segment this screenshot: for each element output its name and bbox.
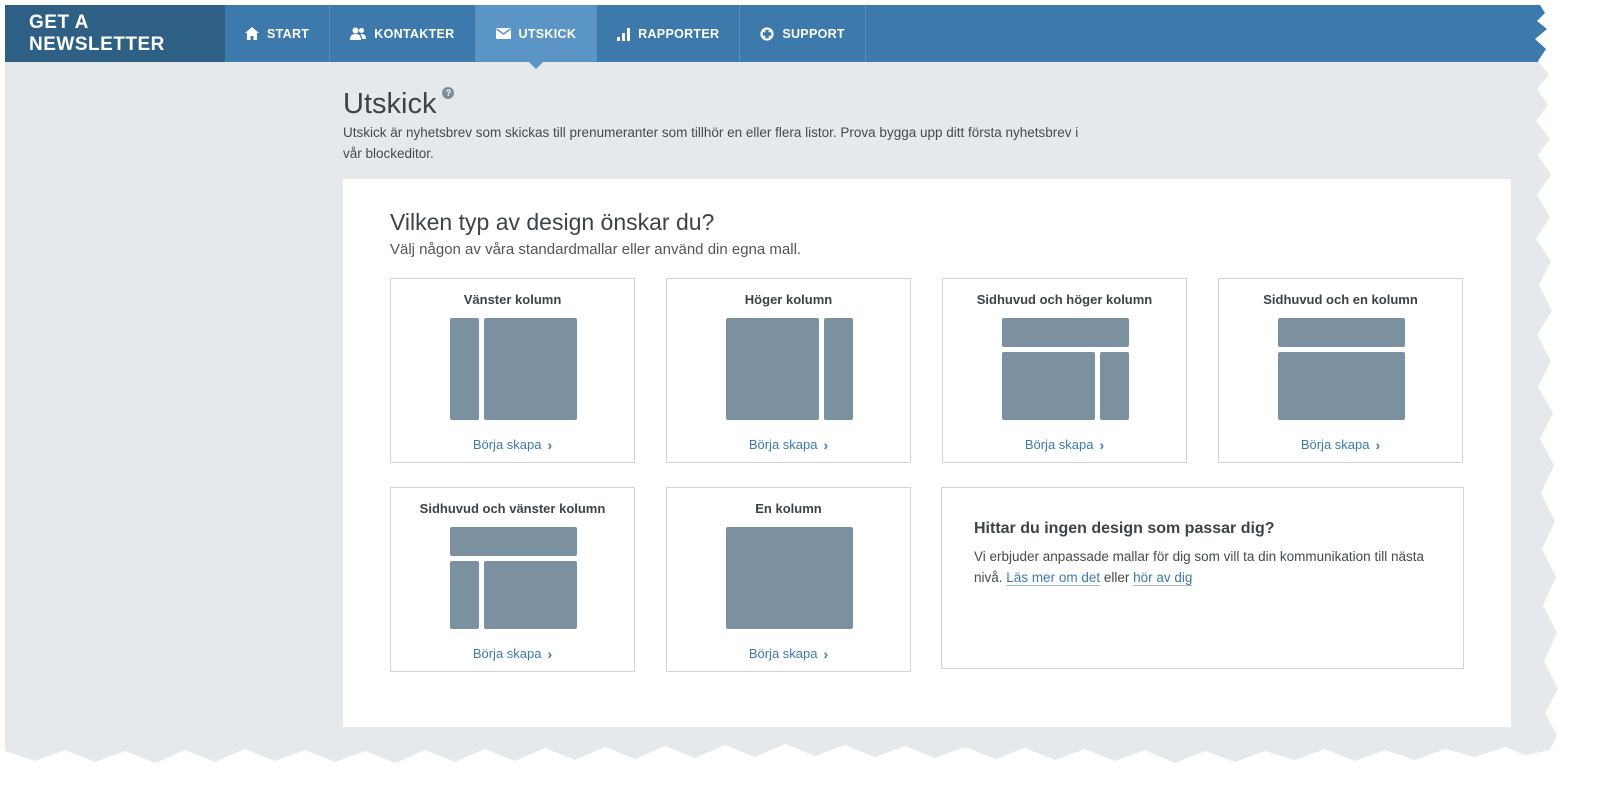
nav-item-label: UTSKICK bbox=[518, 26, 577, 41]
layout-sidebar-block bbox=[824, 318, 853, 420]
page-title: Utskick bbox=[343, 88, 437, 120]
layout-main-block bbox=[1278, 352, 1405, 420]
chevron-right-icon: › bbox=[547, 437, 553, 453]
app-screen: GET A NEWSLETTER START KONTAKTER UTSKICK… bbox=[5, 5, 1558, 763]
design-card-header-right-column[interactable]: Sidhuvud och höger kolumn Börja skapa › bbox=[942, 278, 1187, 463]
layout-sidebar-block bbox=[1100, 352, 1129, 420]
layout-sidebar-block bbox=[450, 561, 479, 629]
top-navigation: GET A NEWSLETTER START KONTAKTER UTSKICK… bbox=[5, 5, 1558, 69]
layout-header-block bbox=[1002, 318, 1129, 347]
read-more-link[interactable]: Läs mer om det bbox=[1006, 570, 1101, 586]
start-create-label: Börja skapa bbox=[1024, 437, 1094, 452]
custom-design-info: Hittar du ingen design som passar dig? V… bbox=[941, 487, 1464, 669]
start-create-label: Börja skapa bbox=[748, 437, 818, 452]
layout-main-block bbox=[726, 318, 819, 420]
envelope-icon bbox=[495, 28, 511, 39]
nav-item-start[interactable]: START bbox=[225, 5, 331, 62]
card-title: Höger kolumn bbox=[744, 292, 833, 307]
layout-preview-header-one-column bbox=[1278, 318, 1405, 420]
start-create-link[interactable]: Börja skapa › bbox=[667, 645, 910, 662]
layout-main-block bbox=[726, 527, 853, 629]
start-create-label: Börja skapa bbox=[472, 646, 542, 661]
card-title: Sidhuvud och vänster kolumn bbox=[419, 501, 606, 516]
nav-item-label: SUPPORT bbox=[782, 26, 845, 41]
layout-header-block bbox=[1278, 318, 1405, 347]
design-panel: Vilken typ av design önskar du? Välj någ… bbox=[343, 179, 1511, 727]
design-card-left-column[interactable]: Vänster kolumn Börja skapa › bbox=[390, 278, 635, 463]
contact-us-link[interactable]: hör av dig bbox=[1133, 570, 1193, 586]
card-title: Sidhuvud och en kolumn bbox=[1263, 292, 1418, 307]
brand-logo[interactable]: GET A NEWSLETTER bbox=[5, 5, 225, 62]
design-card-header-one-column[interactable]: Sidhuvud och en kolumn Börja skapa › bbox=[1218, 278, 1463, 463]
layout-preview-right-column bbox=[726, 318, 853, 420]
layout-preview-left-column bbox=[450, 318, 577, 420]
nav-item-rapporter[interactable]: RAPPORTER bbox=[597, 5, 741, 62]
nav-item-label: START bbox=[267, 26, 310, 41]
design-card-one-column[interactable]: En kolumn Börja skapa › bbox=[666, 487, 911, 672]
chevron-right-icon: › bbox=[547, 646, 553, 662]
contacts-icon bbox=[350, 27, 367, 40]
nav-item-kontakter[interactable]: KONTAKTER bbox=[330, 5, 476, 62]
design-card-right-column[interactable]: Höger kolumn Börja skapa › bbox=[666, 278, 911, 463]
start-create-label: Börja skapa bbox=[1300, 437, 1370, 452]
design-subheading: Välj någon av våra standardmallar eller … bbox=[390, 241, 802, 258]
info-text: Vi erbjuder anpassade mallar för dig som… bbox=[974, 546, 1424, 588]
nav-item-support[interactable]: SUPPORT bbox=[740, 5, 866, 62]
start-create-link[interactable]: Börja skapa › bbox=[943, 436, 1186, 453]
layout-main-block bbox=[484, 561, 577, 629]
start-create-label: Börja skapa bbox=[748, 646, 818, 661]
layout-main-block bbox=[484, 318, 577, 420]
layout-main-block bbox=[1002, 352, 1095, 420]
chevron-right-icon: › bbox=[1099, 437, 1105, 453]
nav-item-label: RAPPORTER bbox=[638, 26, 720, 41]
layout-preview-one-column bbox=[726, 527, 853, 629]
start-create-label: Börja skapa bbox=[472, 437, 542, 452]
layout-preview-header-left-column bbox=[450, 527, 577, 629]
start-create-link[interactable]: Börja skapa › bbox=[391, 436, 634, 453]
design-card-header-left-column[interactable]: Sidhuvud och vänster kolumn Börja skapa › bbox=[390, 487, 635, 672]
chevron-right-icon: › bbox=[823, 646, 829, 662]
layout-sidebar-block bbox=[450, 318, 479, 420]
bar-chart-icon bbox=[617, 27, 631, 41]
chevron-right-icon: › bbox=[823, 437, 829, 453]
card-title: Sidhuvud och höger kolumn bbox=[976, 292, 1153, 307]
design-heading: Vilken typ av design önskar du? bbox=[390, 209, 715, 235]
page-header: Utskick ? bbox=[343, 87, 455, 121]
lifebuoy-icon bbox=[760, 26, 774, 41]
nav-item-label: KONTAKTER bbox=[374, 26, 455, 41]
page-description: Utskick är nyhetsbrev som skickas till p… bbox=[343, 125, 1079, 161]
home-icon bbox=[245, 27, 259, 40]
nav-item-utskick[interactable]: UTSKICK bbox=[475, 5, 598, 69]
card-title: Vänster kolumn bbox=[463, 292, 562, 307]
info-text-or: eller bbox=[1103, 570, 1130, 585]
layout-preview-header-right-column bbox=[1002, 318, 1129, 420]
chevron-right-icon: › bbox=[1375, 437, 1381, 453]
info-title: Hittar du ingen design som passar dig? bbox=[974, 520, 1275, 537]
start-create-link[interactable]: Börja skapa › bbox=[1219, 436, 1462, 453]
help-icon[interactable]: ? bbox=[442, 87, 455, 99]
start-create-link[interactable]: Börja skapa › bbox=[667, 436, 910, 453]
card-title: En kolumn bbox=[755, 501, 822, 516]
layout-header-block bbox=[450, 527, 577, 556]
start-create-link[interactable]: Börja skapa › bbox=[391, 645, 634, 662]
